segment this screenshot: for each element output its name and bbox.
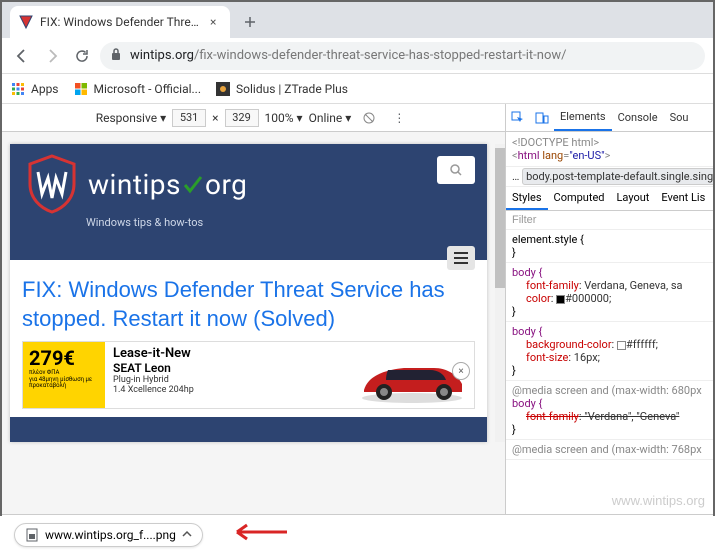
- bookmarks-bar: Apps Microsoft - Official... Solidus | Z…: [2, 74, 713, 104]
- dimension-separator: ×: [212, 111, 218, 125]
- bookmark-solidus[interactable]: Solidus | ZTrade Plus: [215, 81, 348, 97]
- microsoft-icon: [73, 81, 89, 97]
- devtools-device-toolbar: Responsive ▾ 531 × 329 100% ▾ Online ▾ ⋮…: [2, 104, 713, 132]
- elements-tab[interactable]: Elements: [554, 104, 612, 131]
- inspect-icon[interactable]: [506, 111, 530, 125]
- chevron-down-icon: ▾: [160, 111, 166, 125]
- check-icon: [181, 172, 205, 196]
- chevron-up-icon[interactable]: [182, 528, 192, 542]
- ad-banner[interactable]: 279€ πλέον ΦΠΑ για 48μηνη μίσθωση με προ…: [22, 341, 475, 409]
- ad-price: 279€: [29, 346, 99, 370]
- css-rule[interactable]: element.style { }: [506, 230, 713, 263]
- rotate-icon[interactable]: [357, 111, 381, 125]
- download-item[interactable]: www.wintips.org_f....png: [14, 523, 203, 547]
- chevron-down-icon: ▾: [297, 111, 303, 125]
- download-filename: www.wintips.org_f....png: [45, 528, 176, 542]
- new-tab-button[interactable]: [236, 8, 264, 36]
- styles-tab[interactable]: Styles: [506, 187, 548, 210]
- ad-model: SEAT Leon: [113, 361, 336, 375]
- site-search[interactable]: [437, 156, 475, 184]
- apps-label: Apps: [31, 82, 59, 96]
- tab-title: FIX: Windows Defender Threat Se: [40, 15, 204, 29]
- tab-favicon: [18, 14, 34, 30]
- omnibox[interactable]: wintips.org/fix-windows-defender-threat-…: [100, 42, 705, 70]
- search-icon: [449, 163, 463, 177]
- file-icon: [25, 528, 39, 542]
- layout-tab[interactable]: Layout: [611, 187, 656, 210]
- preview-scrollbar[interactable]: [495, 144, 505, 442]
- hamburger-menu[interactable]: [447, 246, 475, 270]
- browser-tab[interactable]: FIX: Windows Defender Threat Se ×: [10, 6, 230, 38]
- bookmark-microsoft[interactable]: Microsoft - Official...: [73, 81, 202, 97]
- site-header: wintipsorg Windows tips & how-tos: [10, 144, 487, 260]
- omnibox-url: wintips.org/fix-windows-defender-threat-…: [130, 48, 567, 63]
- article-title: FIX: Windows Defender Threat Service has…: [22, 276, 475, 333]
- ad-image: ×: [344, 342, 474, 408]
- main-area: wintipsorg Windows tips & how-tos FIX: W…: [2, 132, 713, 514]
- viewport-width-input[interactable]: 531: [172, 109, 206, 127]
- dom-doctype: <!DOCTYPE html>: [512, 136, 707, 149]
- devtools-panel-tabs: Elements Console Sou: [505, 104, 713, 131]
- chevron-down-icon: ▾: [345, 111, 351, 125]
- css-rule[interactable]: body { background-color: #ffffff; font-s…: [506, 322, 713, 381]
- solidus-icon: [215, 81, 231, 97]
- ad-subtitle: 1.4 Xcellence 204hp: [113, 385, 336, 395]
- ad-text: Lease-it-New SEAT Leon Plug-in Hybrid 1.…: [105, 342, 344, 408]
- dom-tree[interactable]: <!DOCTYPE html> <html lang="en-US">: [506, 132, 713, 166]
- dom-breadcrumb[interactable]: … body.post-template-default.single.sing: [506, 166, 713, 187]
- sources-tab[interactable]: Sou: [664, 104, 695, 131]
- apps-icon: [10, 81, 26, 97]
- device-toggle-icon[interactable]: [530, 111, 554, 125]
- console-tab[interactable]: Console: [612, 104, 664, 131]
- ad-subtitle: Plug-in Hybrid: [113, 375, 336, 385]
- downloads-bar: www.wintips.org_f....png: [2, 514, 713, 554]
- css-rule[interactable]: @media screen and (max-width: 680px body…: [506, 381, 713, 440]
- ad-lease-term: για 48μηνη μίσθωση με προκαταβολή: [29, 377, 99, 390]
- bookmark-label: Microsoft - Official...: [94, 82, 202, 96]
- computed-tab[interactable]: Computed: [548, 187, 611, 210]
- responsive-preview: wintipsorg Windows tips & how-tos FIX: W…: [2, 132, 505, 514]
- styles-filter[interactable]: Filter: [506, 211, 713, 230]
- rendered-page[interactable]: wintipsorg Windows tips & how-tos FIX: W…: [10, 144, 487, 442]
- forward-button[interactable]: [40, 44, 64, 68]
- ad-headline: Lease-it-New: [113, 346, 336, 361]
- devtools-styles-pane: <!DOCTYPE html> <html lang="en-US"> … bo…: [505, 132, 713, 514]
- back-button[interactable]: [10, 44, 34, 68]
- css-rule[interactable]: @media screen and (max-width: 768px: [506, 440, 713, 460]
- watermark: www.wintips.org: [612, 493, 705, 508]
- styles-subtabs: Styles Computed Layout Event Lis: [506, 187, 713, 211]
- tab-close-icon[interactable]: ×: [210, 15, 222, 29]
- apps-shortcut[interactable]: Apps: [10, 81, 59, 97]
- ad-price-block: 279€ πλέον ΦΠΑ για 48μηνη μίσθωση με προ…: [23, 342, 105, 408]
- device-dropdown[interactable]: Responsive ▾: [96, 111, 166, 125]
- bookmark-label: Solidus | ZTrade Plus: [236, 82, 348, 96]
- events-tab[interactable]: Event Lis: [655, 187, 711, 210]
- annotation-arrow: [229, 521, 289, 549]
- css-rule[interactable]: body { font-family: Verdana, Geneva, sa …: [506, 263, 713, 322]
- throttle-dropdown[interactable]: Online ▾: [309, 111, 352, 125]
- site-logo-text: wintipsorg: [88, 168, 247, 201]
- devtools-more-icon[interactable]: ⋮: [387, 111, 411, 125]
- viewport-height-input[interactable]: 329: [225, 109, 259, 127]
- dom-html-tag: <html lang="en-US">: [512, 149, 707, 162]
- article-body: FIX: Windows Defender Threat Service has…: [10, 260, 487, 417]
- address-bar: wintips.org/fix-windows-defender-threat-…: [2, 38, 713, 74]
- browser-tab-strip: FIX: Windows Defender Threat Se ×: [2, 2, 713, 38]
- zoom-dropdown[interactable]: 100% ▾: [265, 111, 303, 125]
- site-logo-icon: [26, 154, 78, 214]
- lock-icon: [110, 47, 122, 65]
- reload-button[interactable]: [70, 44, 94, 68]
- site-tagline: Windows tips & how-tos: [86, 216, 471, 229]
- hamburger-icon: [453, 252, 469, 264]
